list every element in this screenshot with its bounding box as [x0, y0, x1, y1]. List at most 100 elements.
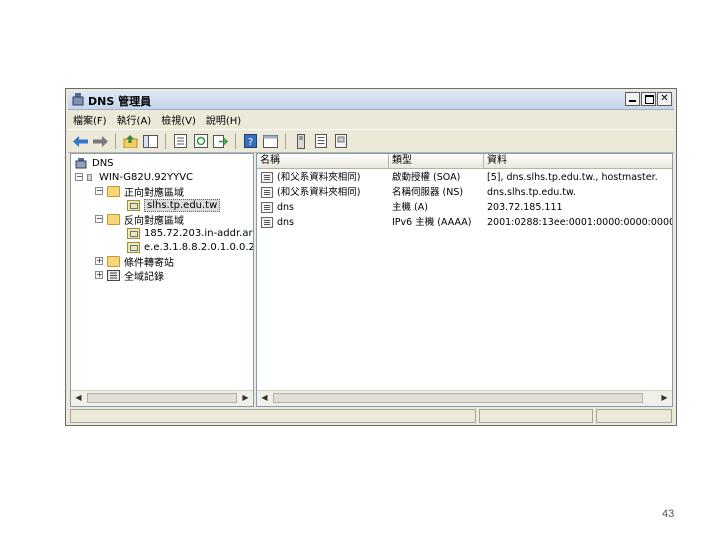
cell-data: 203.72.185.111: [487, 202, 563, 213]
cell-type: 主機 (A): [392, 202, 428, 213]
dns-app-icon: [72, 93, 84, 106]
zone-icon: [127, 227, 140, 239]
toolbar-separator: [235, 133, 236, 149]
tree-label-reverse-zones: 反向對應區域: [124, 215, 184, 227]
tree-label-forward-zones: 正向對應區域: [124, 187, 184, 199]
cell-name: dns: [277, 202, 295, 213]
folder-icon: [107, 185, 120, 197]
scroll-right-arrow-icon[interactable]: ▶: [658, 392, 671, 404]
list-row[interactable]: dns IPv6 主機 (AAAA) 2001:0288:13ee:0001:0…: [257, 215, 672, 230]
toolbar-separator: [115, 133, 116, 149]
server-icon: [87, 173, 92, 181]
expand-toggle[interactable]: +: [95, 257, 103, 265]
cell-type: 名稱伺服器 (NS): [392, 187, 464, 198]
cell-type: IPv6 主機 (AAAA): [392, 217, 472, 228]
list-icon[interactable]: [312, 133, 329, 150]
tree-label-reverse-zone-ipv6: e.e.3.1.8.8.2.0.1.0.0.2.ip6: [144, 241, 254, 253]
toolbar-separator: [285, 133, 286, 149]
collapse-toggle[interactable]: −: [75, 173, 83, 181]
tree-node-forward-zone-slhs[interactable]: slhs.tp.edu.tw: [127, 198, 221, 212]
properties-icon[interactable]: [172, 133, 189, 150]
scroll-right-arrow-icon[interactable]: ▶: [239, 392, 252, 404]
collapse-toggle[interactable]: −: [95, 187, 103, 195]
zone-icon: [127, 241, 140, 253]
show-hide-tree-icon[interactable]: [142, 133, 159, 150]
cell-name: dns: [277, 217, 295, 228]
scroll-left-arrow-icon[interactable]: ◀: [258, 392, 271, 404]
tree-label-global-logs: 全域記錄: [124, 271, 164, 283]
menu-file[interactable]: 檔案(F): [68, 112, 112, 127]
maximize-button[interactable]: [641, 92, 656, 106]
record-icon[interactable]: [332, 133, 349, 150]
expand-toggle[interactable]: +: [95, 271, 103, 279]
list-row[interactable]: dns 主機 (A) 203.72.185.111: [257, 200, 672, 215]
menu-bar: 檔案(F) 執行(A) 檢視(V) 說明(H): [68, 110, 674, 128]
scroll-thumb[interactable]: [87, 393, 237, 403]
collapse-toggle[interactable]: −: [95, 215, 103, 223]
status-panel: [479, 409, 593, 423]
tree-node-forward-zones[interactable]: − 正向對應區域: [95, 184, 184, 199]
column-header-name[interactable]: 名稱: [257, 154, 389, 169]
tree-node-server[interactable]: − WIN-G82U.92YYVC: [75, 170, 193, 184]
column-header-data[interactable]: 資料: [484, 154, 672, 169]
page-number: 43: [662, 508, 675, 520]
forward-arrow-icon[interactable]: [92, 133, 109, 150]
window-title: DNS 管理員: [88, 95, 152, 108]
list-row[interactable]: (和父系資料夾相同) 名稱伺服器 (NS) dns.slhs.tp.edu.tw…: [257, 185, 672, 200]
menu-action[interactable]: 執行(A): [112, 112, 157, 127]
status-panel: [70, 409, 476, 423]
minimize-button[interactable]: [625, 92, 640, 106]
tree-node-reverse-zone-ipv6[interactable]: e.e.3.1.8.8.2.0.1.0.0.2.ip6: [127, 240, 254, 254]
tree-node-conditional-forwarders[interactable]: + 條件轉寄站: [95, 254, 174, 269]
tree-label-dns: DNS: [92, 157, 114, 169]
close-button[interactable]: ✕: [657, 92, 672, 106]
tree-label-conditional-forwarders: 條件轉寄站: [124, 257, 174, 269]
server-icon[interactable]: [292, 133, 309, 150]
tree-node-global-logs[interactable]: + 全域記錄: [95, 268, 164, 283]
tree-node-reverse-zones[interactable]: − 反向對應區域: [95, 212, 184, 227]
folder-icon: [107, 213, 120, 225]
cell-name: (和父系資料夾相同): [277, 187, 361, 198]
results-list-pane[interactable]: 名稱 類型 資料 (和父系資料夾相同) 啟動授權 (SOA) [5], dns.…: [256, 153, 673, 407]
cell-name: (和父系資料夾相同): [277, 172, 361, 183]
event-log-icon: [107, 269, 120, 281]
scroll-left-arrow-icon[interactable]: ◀: [72, 392, 85, 404]
svg-text:?: ?: [248, 137, 253, 148]
record-icon: [261, 172, 273, 183]
menu-help[interactable]: 說明(H): [201, 112, 246, 127]
record-icon: [261, 217, 273, 228]
tree-horizontal-scrollbar[interactable]: ◀ ▶: [71, 390, 253, 406]
column-header-type[interactable]: 類型: [389, 154, 484, 169]
console-tree-pane[interactable]: DNS − WIN-G82U.92YYVC − 正向對應區域 slhs.tp.e…: [70, 153, 254, 407]
list-row[interactable]: (和父系資料夾相同) 啟動授權 (SOA) [5], dns.slhs.tp.e…: [257, 170, 672, 185]
refresh-icon[interactable]: [192, 133, 209, 150]
console-icon[interactable]: [262, 133, 279, 150]
list-horizontal-scrollbar[interactable]: ◀ ▶: [257, 390, 672, 406]
cell-data: 2001:0288:13ee:0001:0000:0000:0000:011: [487, 217, 672, 228]
record-icon: [261, 187, 273, 198]
tree-label-reverse-zone-ipv4: 185.72.203.in-addr.arpa: [144, 227, 254, 239]
help-icon[interactable]: ?: [242, 133, 259, 150]
status-bar: [70, 409, 672, 423]
tree-label-server: WIN-G82U.92YYVC: [99, 171, 194, 183]
cell-type: 啟動授權 (SOA): [392, 172, 461, 183]
title-bar[interactable]: DNS 管理員 ✕: [68, 91, 674, 110]
up-folder-icon[interactable]: [122, 133, 139, 150]
export-icon[interactable]: [212, 133, 229, 150]
back-arrow-icon[interactable]: [72, 133, 89, 150]
tree-node-dns[interactable]: DNS: [75, 156, 114, 170]
dns-icon: [75, 157, 87, 168]
zone-icon: [127, 199, 140, 211]
toolbar-separator: [165, 133, 166, 149]
record-icon: [261, 202, 273, 213]
scroll-thumb[interactable]: [273, 393, 643, 403]
cell-data: dns.slhs.tp.edu.tw.: [487, 187, 576, 198]
toolbar: ?: [68, 129, 674, 153]
dns-manager-window: DNS 管理員 ✕ 檔案(F) 執行(A) 檢視(V) 說明(H) ? DNS …: [65, 88, 677, 426]
folder-icon: [107, 255, 120, 267]
status-panel: [596, 409, 672, 423]
cell-data: [5], dns.slhs.tp.edu.tw., hostmaster.: [487, 172, 658, 183]
tree-node-reverse-zone-ipv4[interactable]: 185.72.203.in-addr.arpa: [127, 226, 254, 240]
menu-view[interactable]: 檢視(V): [156, 112, 201, 127]
tree-label-forward-zone-slhs: slhs.tp.edu.tw: [144, 198, 221, 212]
